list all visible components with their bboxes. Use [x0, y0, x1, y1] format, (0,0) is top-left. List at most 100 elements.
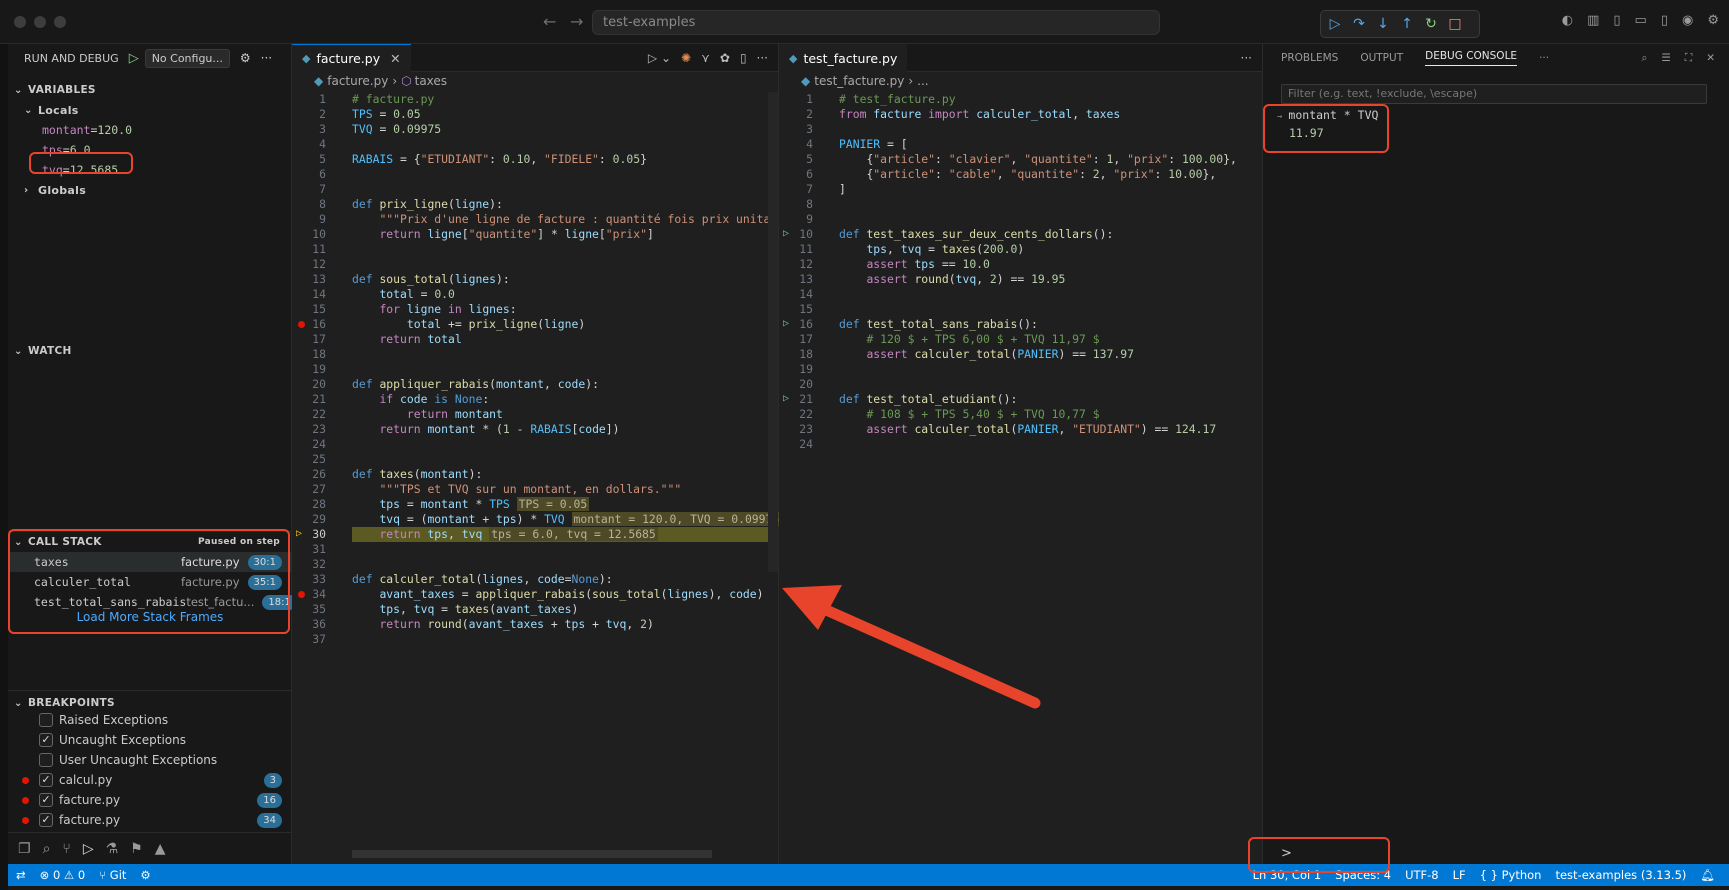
code-line[interactable]: 16 total += prix_ligne(ligne) — [292, 317, 778, 332]
toggle-sidebar-icon[interactable]: ▯ — [1613, 13, 1620, 28]
tab-test-facture[interactable]: ◆ test_facture.py — [779, 43, 908, 72]
breadcrumb-file[interactable]: test_facture.py — [814, 74, 904, 88]
code-line[interactable]: 30 return tps, tvq tps = 6.0, tvq = 12.5… — [292, 527, 778, 542]
code-line[interactable]: 17 # 120 $ + TPS 6,00 $ + TVQ 11,97 $ — [779, 332, 1262, 347]
code-line[interactable]: 24 — [779, 437, 1262, 452]
start-debugging-icon[interactable]: ▷ — [129, 51, 139, 66]
forward-arrow-icon[interactable]: → — [570, 12, 583, 31]
close-tab-icon[interactable]: ✕ — [390, 51, 400, 66]
restart-icon[interactable]: ↻ — [1421, 16, 1441, 32]
code-line[interactable]: 7 — [292, 182, 778, 197]
python-interpreter[interactable]: test-examples (3.13.5) — [1555, 868, 1686, 882]
tab-output[interactable]: OUTPUT — [1360, 52, 1403, 64]
variables-section-header[interactable]: ⌄ VARIABLES — [8, 80, 291, 100]
breadcrumb-symbol[interactable]: taxes — [415, 74, 447, 88]
locals-scope[interactable]: ⌄ Locals — [8, 100, 291, 120]
tab-facture[interactable]: ◆ facture.py ✕ — [292, 43, 411, 72]
breakpoint-item[interactable]: Raised Exceptions — [8, 710, 292, 730]
extension-icon[interactable]: ▲ — [155, 841, 166, 857]
run-debug-icon[interactable]: ▷ — [83, 841, 94, 857]
run-test-icon[interactable]: ▷ — [783, 318, 789, 329]
close-window-button[interactable] — [14, 16, 26, 28]
split-editor-icon[interactable]: ▯ — [740, 51, 747, 65]
code-line[interactable]: 12 assert tps == 10.0 — [779, 257, 1262, 272]
code-line[interactable]: 16 def test_total_sans_rabais(): — [779, 317, 1262, 332]
step-into-icon[interactable]: ↓ — [1373, 16, 1393, 32]
close-panel-icon[interactable]: ✕ — [1706, 52, 1715, 65]
bookmark-icon[interactable]: ⚑ — [130, 841, 143, 857]
code-line[interactable]: 13 def sous_total(lignes): — [292, 272, 778, 287]
code-line[interactable]: 8 — [779, 197, 1262, 212]
gear-icon[interactable]: ⚙ — [240, 51, 251, 65]
code-line[interactable]: 3 TVQ = 0.09975 — [292, 122, 778, 137]
toggle-secondary-sidebar-icon[interactable]: ▯ — [1661, 13, 1668, 28]
breakpoint-checkbox[interactable]: ✓ — [39, 773, 53, 787]
code-line[interactable]: 22 # 108 $ + TPS 5,40 $ + TVQ 10,77 $ — [779, 407, 1262, 422]
code-line[interactable]: 21 def test_total_etudiant(): — [779, 392, 1262, 407]
encoding[interactable]: UTF-8 — [1405, 868, 1439, 882]
maximize-panel-icon[interactable]: ⛶ — [1685, 52, 1692, 65]
code-line[interactable]: 26 def taxes(montant): — [292, 467, 778, 482]
code-line[interactable]: 7] — [779, 182, 1262, 197]
code-line[interactable]: 13 assert round(tvq, 2) == 19.95 — [779, 272, 1262, 287]
code-line[interactable]: 35 tps, tvq = taxes(avant_taxes) — [292, 602, 778, 617]
code-line[interactable]: 20 — [779, 377, 1262, 392]
code-line[interactable]: 18 assert calculer_total(PANIER) == 137.… — [779, 347, 1262, 362]
code-line[interactable]: 10 return ligne["quantite"] * ligne["pri… — [292, 227, 778, 242]
horizontal-scrollbar[interactable] — [352, 850, 712, 858]
code-line[interactable]: 34 avant_taxes = appliquer_rabais(sous_t… — [292, 587, 778, 602]
code-line[interactable]: 1 # test_facture.py — [779, 92, 1262, 107]
maximize-window-button[interactable] — [54, 16, 66, 28]
code-line[interactable]: 25 — [292, 452, 778, 467]
search-icon[interactable]: ⌕ — [43, 841, 51, 857]
code-line[interactable]: 21 if code is None: — [292, 392, 778, 407]
code-line[interactable]: 24 — [292, 437, 778, 452]
code-line[interactable]: 8 def prix_ligne(ligne): — [292, 197, 778, 212]
breakpoint-item[interactable]: ✓ calcul.py 3 — [8, 770, 292, 790]
code-line[interactable]: 15 for ligne in lignes: — [292, 302, 778, 317]
openai-icon[interactable]: ✿ — [720, 51, 730, 65]
code-line[interactable]: 22 return montant — [292, 407, 778, 422]
code-line[interactable]: 4 PANIER = [ — [779, 137, 1262, 152]
breakpoint-checkbox[interactable]: ✓ — [39, 813, 53, 827]
watch-section-header[interactable]: ⌄ WATCH — [8, 341, 72, 361]
toggle-panel-icon[interactable]: ▭ — [1635, 13, 1647, 28]
code-line[interactable]: 11 tps, tvq = taxes(200.0) — [779, 242, 1262, 257]
account-icon[interactable]: ◉ — [1682, 13, 1693, 28]
code-line[interactable]: 23 assert calculer_total(PANIER, "ETUDIA… — [779, 422, 1262, 437]
code-line[interactable]: 19 — [779, 362, 1262, 377]
source-control-icon[interactable]: ⑂ — [62, 841, 70, 857]
breakpoint-checkbox[interactable]: ✓ — [39, 793, 53, 807]
code-line[interactable]: 19 — [292, 362, 778, 377]
breakpoint-item[interactable]: ✓ Uncaught Exceptions — [8, 730, 292, 750]
compare-icon[interactable]: ⋎ — [701, 51, 710, 65]
code-line[interactable]: 12 — [292, 257, 778, 272]
minimize-window-button[interactable] — [34, 16, 46, 28]
code-line[interactable]: 15 — [779, 302, 1262, 317]
debug-status-icon[interactable]: ⚙ — [140, 868, 150, 882]
code-line[interactable]: 37 — [292, 632, 778, 647]
command-center-search[interactable]: test-examples — [592, 10, 1160, 35]
explorer-icon[interactable]: ❐ — [18, 841, 31, 857]
code-editor-facture[interactable]: 1 # facture.py 2 TPS = 0.05 3 TVQ = 0.09975 4 5… — [292, 90, 798, 850]
code-line[interactable]: 2 from facture import calculer_total, tax… — [779, 107, 1262, 122]
language-mode[interactable]: { } Python — [1480, 868, 1542, 882]
code-line[interactable]: 2 TPS = 0.05 — [292, 107, 778, 122]
code-line[interactable]: 10 def test_taxes_sur_deux_cents_dollars(… — [779, 227, 1262, 242]
line-ending[interactable]: LF — [1453, 868, 1466, 882]
code-line[interactable]: 20 def appliquer_rabais(montant, code): — [292, 377, 778, 392]
breakpoint-dot-icon[interactable] — [298, 591, 305, 598]
code-line[interactable]: 36 return round(avant_taxes + tps + tvq,… — [292, 617, 778, 632]
continue-icon[interactable]: ▷ — [1325, 16, 1345, 32]
code-line[interactable]: 14 — [779, 287, 1262, 302]
code-line[interactable]: 33 def calculer_total(lignes, code=None): — [292, 572, 778, 587]
code-line[interactable]: 28 tps = montant * TPS TPS = 0.05 — [292, 497, 778, 512]
more-actions-icon[interactable]: ··· — [1241, 51, 1252, 65]
code-line[interactable]: 32 — [292, 557, 778, 572]
testing-icon[interactable]: ⚗ — [106, 841, 119, 857]
remote-icon[interactable]: ⇄ — [16, 868, 26, 882]
breakpoint-checkbox[interactable] — [39, 753, 53, 767]
breakpoint-dot-icon[interactable] — [298, 321, 305, 328]
code-line[interactable]: 31 — [292, 542, 778, 557]
globals-scope[interactable]: › Globals — [8, 180, 291, 200]
